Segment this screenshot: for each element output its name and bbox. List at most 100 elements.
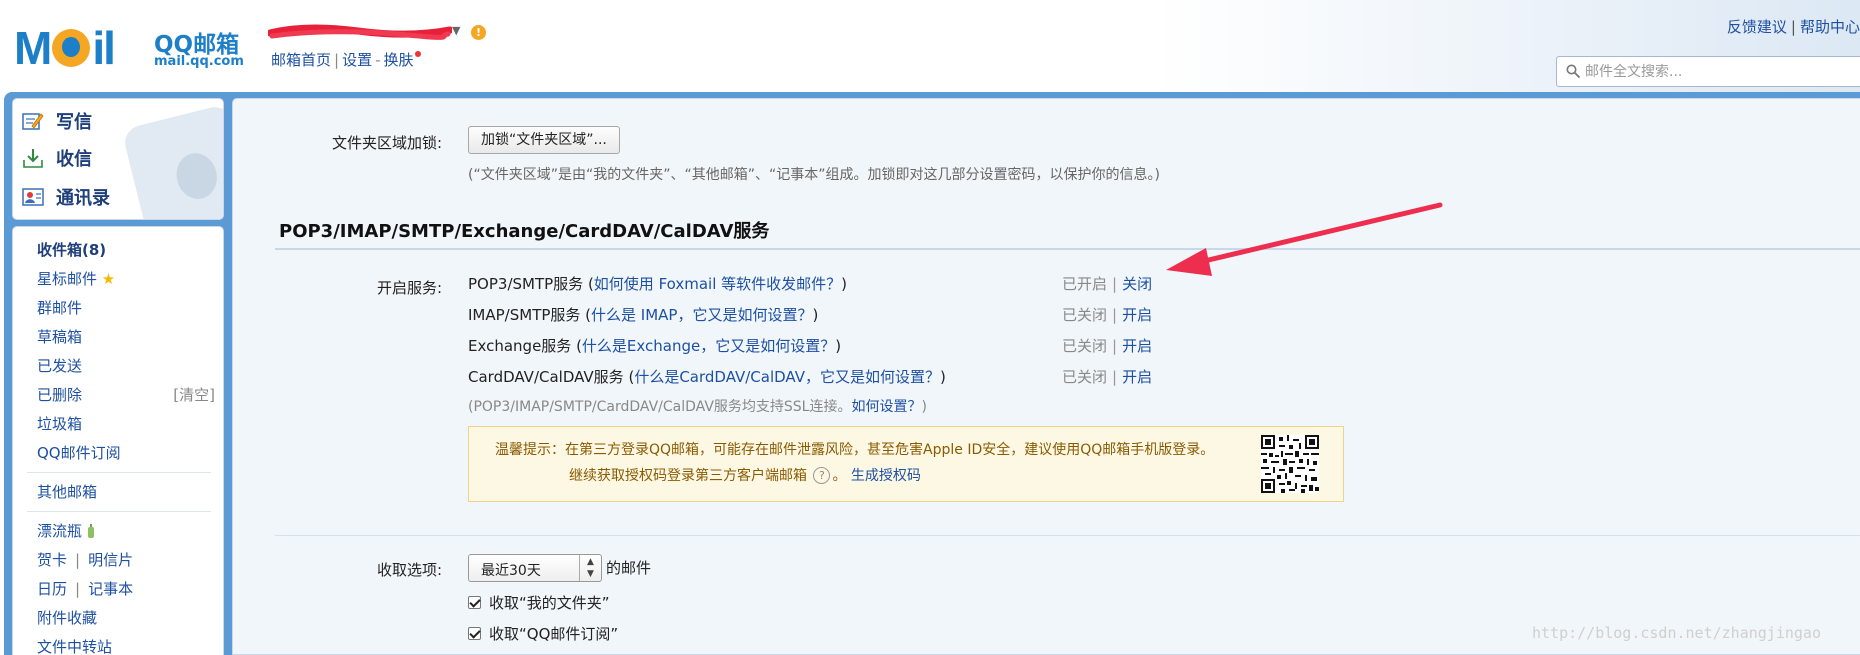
nav-greeting-card[interactable]: 贺卡 (37, 551, 67, 569)
section-divider (275, 248, 1860, 250)
nav-calendar[interactable]: 日历 (37, 580, 67, 598)
fetch-subscription-option[interactable]: 收取“QQ邮件订阅” (468, 623, 618, 644)
compose-label: 写信 (56, 112, 92, 133)
search-input[interactable] (1585, 60, 1855, 84)
nav-spam[interactable]: 垃圾箱 (37, 413, 82, 434)
tip-period: 。 (832, 468, 847, 484)
service-help-link[interactable]: 什么是Exchange，它又是如何设置？ (582, 337, 835, 355)
separator: | (1112, 306, 1118, 324)
status-text: 已关闭 (1062, 306, 1108, 324)
security-tip-box: 温馨提示：在第三方登录QQ邮箱，可能存在邮件泄露风险，甚至危害Apple ID安… (468, 426, 1344, 502)
bottle-icon (87, 524, 94, 538)
service-name: POP3/SMTP服务 (468, 275, 584, 293)
receive-icon (23, 149, 43, 168)
search-box[interactable] (1556, 56, 1860, 87)
fetch-my-folders-checkbox[interactable] (468, 596, 481, 609)
feedback-link[interactable]: 反馈建议 (1727, 18, 1787, 36)
lock-folder-area-button[interactable]: 加锁“文件夹区域”... (468, 126, 620, 154)
services-label: 开启服务: (376, 279, 442, 297)
service-name: Exchange服务 (468, 337, 572, 355)
logo-domain: mail.qq.com (154, 54, 244, 69)
nav-starred[interactable]: 星标邮件 ★ (37, 268, 115, 289)
status-text: 已开启 (1062, 275, 1108, 293)
tip-auth-code-text: 继续获取授权码登录第三方客户端邮箱 (569, 468, 807, 484)
service-name: CardDAV/CalDAV服务 (468, 368, 624, 386)
qq-mail-logo[interactable]: Mil QQ邮箱 mail.qq.com (14, 24, 254, 72)
nav-starred-label: 星标邮件 (37, 270, 98, 288)
separator: | (334, 51, 340, 69)
separator: | (1112, 337, 1118, 355)
separator: | (1112, 368, 1118, 386)
fetch-range-value: 最近30天 (481, 563, 541, 579)
header: Mil QQ邮箱 mail.qq.com ▼ ! 邮箱首页 | 设置 - 换肤 反馈建议… (0, 0, 1860, 92)
stamp-decoration (121, 103, 223, 219)
watermark: http://blog.csdn.net/zhangjingao (1532, 624, 1821, 642)
nav-drafts[interactable]: 草稿箱 (37, 326, 82, 347)
nav-postcard[interactable]: 明信片 (88, 551, 133, 569)
settings-link[interactable]: 设置 (342, 51, 372, 69)
receive-button[interactable]: 收信 (22, 145, 92, 171)
separator: | (1112, 275, 1118, 293)
nav-group-mail[interactable]: 群邮件 (37, 297, 82, 318)
logo-mark: Mil (14, 22, 116, 74)
tip-text: 温馨提示：在第三方登录QQ邮箱，可能存在邮件泄露风险，甚至危害Apple ID安… (495, 442, 1215, 458)
separator: | (75, 551, 81, 569)
compose-button[interactable]: 写信 (22, 108, 92, 134)
service-help-link[interactable]: 如何使用 Foxmail 等软件收发邮件？ (594, 275, 841, 293)
nav-other-mailboxes[interactable]: 其他邮箱 (37, 481, 97, 502)
change-skin-link[interactable]: 换肤 (384, 51, 414, 69)
ssl-help-link[interactable]: 如何设置？ (851, 399, 921, 415)
enable-imap-link[interactable]: 开启 (1122, 306, 1152, 324)
tip-auth-code-line: 继续获取授权码登录第三方客户端邮箱 ?。 生成授权码 (569, 465, 921, 485)
generate-auth-code-link[interactable]: 生成授权码 (851, 468, 921, 484)
receive-label: 收信 (56, 149, 92, 170)
enable-carddav-link[interactable]: 开启 (1122, 368, 1152, 386)
mailbox-home-link[interactable]: 邮箱首页 (271, 51, 331, 69)
warning-icon[interactable]: ! (471, 25, 486, 40)
fetch-subscription-checkbox[interactable] (468, 627, 481, 640)
nav-notepad[interactable]: 记事本 (88, 580, 133, 598)
drift-bottle-label: 漂流瓶 (37, 522, 83, 540)
section-divider (275, 535, 1860, 536)
disable-pop3-link[interactable]: 关闭 (1122, 275, 1152, 293)
ssl-note: (POP3/IMAP/SMTP/CardDAV/CalDAV服务均支持SSL连接… (468, 396, 927, 416)
nav-attachments[interactable]: 附件收藏 (37, 607, 97, 628)
ssl-note-text: (POP3/IMAP/SMTP/CardDAV/CalDAV服务均支持SSL连接… (468, 399, 852, 415)
folder-nav: 收件箱(8) 星标邮件 ★ 群邮件 草稿箱 已发送 已删除 [清空] 垃圾箱 Q… (12, 226, 224, 655)
separator: | (75, 580, 81, 598)
account-dropdown-icon[interactable]: ▼ (452, 24, 460, 37)
nav-divider (27, 472, 211, 473)
service-exchange: Exchange服务 (什么是Exchange，它又是如何设置？) (468, 337, 842, 355)
qr-code-icon (1261, 435, 1319, 493)
service-imap-smtp: IMAP/SMTP服务 (什么是 IMAP，它又是如何设置？) (468, 306, 819, 324)
redacted-account-scribble (268, 24, 452, 40)
empty-trash-link[interactable]: [清空] (173, 384, 215, 405)
service-help-link[interactable]: 什么是CardDAV/CalDAV，它又是如何设置？ (634, 368, 940, 386)
nav-subscription[interactable]: QQ邮件订阅 (37, 442, 121, 463)
nav-deleted[interactable]: 已删除 (37, 384, 82, 405)
section-title: POP3/IMAP/SMTP/Exchange/CardDAV/CalDAV服务 (279, 221, 770, 242)
service-help-link[interactable]: 什么是 IMAP，它又是如何设置？ (591, 306, 812, 324)
fetch-range-select[interactable]: 最近30天 ▲ ▼ (468, 554, 602, 582)
nav-drift-bottle[interactable]: 漂流瓶 (37, 520, 95, 541)
service-status-carddav: 已关闭 | 开启 (1062, 366, 1152, 387)
service-carddav-caldav: CardDAV/CalDAV服务 (什么是CardDAV/CalDAV，它又是如… (468, 368, 946, 386)
ssl-note-close: ) (921, 399, 927, 415)
fetch-my-folders-option[interactable]: 收取“我的文件夹” (468, 592, 610, 613)
compose-icon (22, 113, 44, 130)
service-status-exchange: 已关闭 | 开启 (1062, 335, 1152, 356)
nav-inbox[interactable]: 收件箱(8) (37, 239, 106, 260)
select-arrows-icon: ▲ ▼ (579, 555, 601, 581)
separator: - (375, 51, 381, 69)
user-account[interactable]: ▼ ! (268, 20, 498, 44)
enable-exchange-link[interactable]: 开启 (1122, 337, 1152, 355)
help-center-link[interactable]: 帮助中心 (1800, 18, 1860, 36)
nav-file-transfer[interactable]: 文件中转站 (37, 636, 112, 655)
status-text: 已关闭 (1062, 368, 1108, 386)
service-status-pop3: 已开启 | 关闭 (1062, 273, 1152, 294)
nav-sent[interactable]: 已发送 (37, 355, 82, 376)
help-question-icon[interactable]: ? (813, 467, 831, 484)
user-links: 邮箱首页 | 设置 - 换肤 (271, 49, 421, 70)
search-icon[interactable] (1566, 64, 1580, 78)
contacts-button[interactable]: 通讯录 (22, 184, 110, 210)
